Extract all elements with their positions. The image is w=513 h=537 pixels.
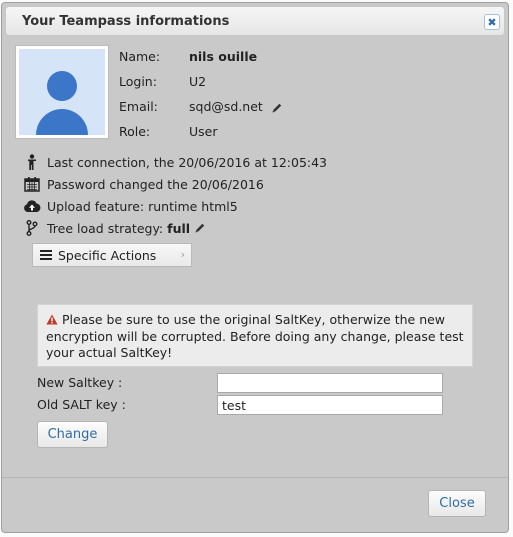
login-value: U2	[189, 74, 207, 89]
role-label: Role:	[119, 124, 151, 139]
last-connection-text: Last connection, the 20/06/2016 at 12:05…	[47, 154, 328, 170]
specific-actions-label: Specific Actions	[58, 247, 157, 263]
name-value: nils ouille	[189, 49, 258, 64]
edit-email-pencil-icon[interactable]	[271, 102, 283, 114]
login-label: Login:	[119, 74, 157, 89]
new-saltkey-input[interactable]	[217, 373, 443, 393]
dialog-content: Name: nils ouille Login: U2 Email: sqd@s…	[5, 39, 505, 476]
cloud-upload-icon	[23, 198, 41, 214]
avatar	[15, 45, 109, 139]
name-label: Name:	[119, 49, 161, 64]
change-button[interactable]: Change	[37, 421, 108, 448]
email-value-wrap: sqd@sd.net	[189, 99, 283, 114]
warning-text: Please be sure to use the original SaltK…	[46, 312, 464, 360]
last-connection-line: Last connection, the 20/06/2016 at 12:05…	[23, 153, 327, 171]
tree-load-value: full	[167, 220, 191, 236]
person-walking-icon	[23, 154, 41, 170]
chevron-right-icon: ›	[180, 248, 185, 261]
user-info-dialog: Your Teampass informations ✖ Name: nils …	[1, 2, 509, 533]
email-label: Email:	[119, 99, 158, 114]
dialog-title: Your Teampass informations	[22, 14, 230, 29]
menu-bars-icon	[40, 250, 52, 260]
saltkey-warning: Please be sure to use the original SaltK…	[37, 304, 473, 367]
upload-feature-text: Upload feature: runtime html5	[47, 198, 238, 214]
code-fork-icon	[23, 220, 41, 236]
user-avatar-icon	[19, 49, 105, 135]
dialog-footer: Close	[2, 477, 508, 532]
upload-feature-line: Upload feature: runtime html5	[23, 197, 238, 215]
old-saltkey-input[interactable]	[217, 395, 443, 415]
password-changed-line: Password changed the 20/06/2016	[23, 175, 264, 193]
close-icon[interactable]: ✖	[484, 14, 500, 30]
password-changed-text: Password changed the 20/06/2016	[47, 176, 264, 192]
warning-icon	[46, 314, 58, 325]
specific-actions-button[interactable]: Specific Actions ›	[32, 243, 192, 267]
email-value: sqd@sd.net	[189, 99, 263, 114]
tree-load-label: Tree load strategy:	[47, 220, 164, 236]
new-saltkey-label: New Saltkey :	[37, 375, 123, 390]
dialog-titlebar[interactable]: Your Teampass informations ✖	[5, 6, 505, 36]
close-button[interactable]: Close	[428, 490, 486, 517]
role-value: User	[189, 124, 218, 139]
tree-load-line: Tree load strategy: full	[23, 219, 206, 237]
old-saltkey-label: Old SALT key :	[37, 397, 126, 412]
calendar-icon	[23, 176, 41, 192]
edit-tree-pencil-icon[interactable]	[194, 222, 206, 234]
